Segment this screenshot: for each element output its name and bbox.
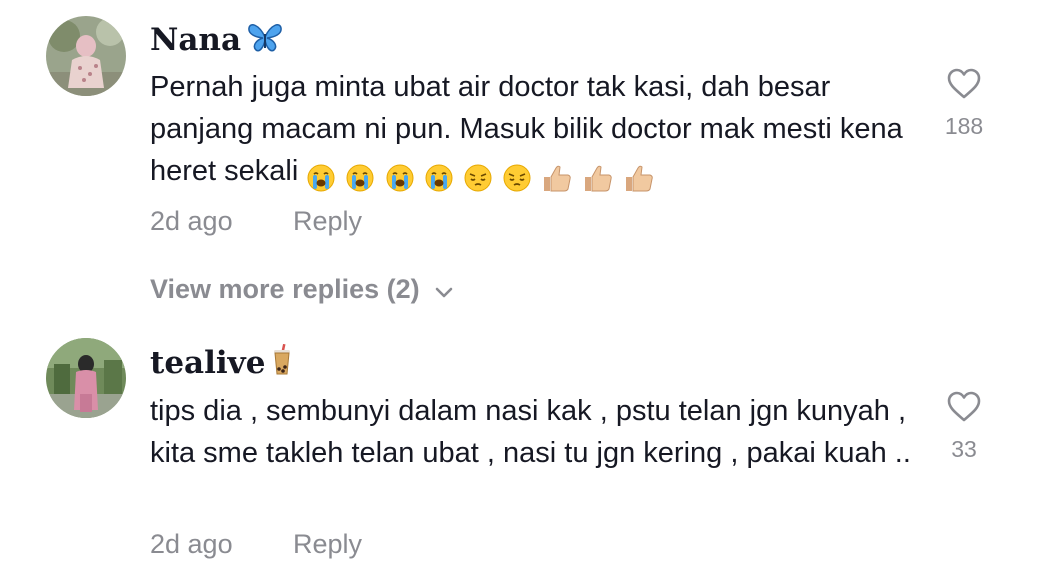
emoji-row <box>306 156 656 198</box>
avatar[interactable] <box>46 16 126 96</box>
loudly-crying-face-icon <box>386 164 413 192</box>
like-button[interactable]: 33 <box>930 391 998 463</box>
timestamp: 2d ago <box>150 529 233 559</box>
username-text[interactable]: Nana <box>150 22 241 58</box>
comment-text-content: tips dia , sembunyi dalam nasi kak , pst… <box>150 395 911 469</box>
reply-button[interactable]: Reply <box>293 527 362 561</box>
butterfly-icon <box>247 22 283 62</box>
loudly-crying-face-icon <box>346 164 374 192</box>
heart-icon[interactable] <box>946 68 982 100</box>
heart-icon[interactable] <box>946 391 982 423</box>
like-button[interactable]: 188 <box>930 68 998 140</box>
thumbs-up-icon <box>625 166 653 192</box>
view-more-replies-button[interactable]: View more replies (2) <box>150 272 454 308</box>
username-text[interactable]: tealive <box>150 345 265 381</box>
thumbs-up-icon <box>584 166 612 192</box>
pensive-face-icon <box>464 164 492 192</box>
bubble-tea-icon <box>271 343 293 386</box>
like-count: 188 <box>944 113 984 139</box>
comment-meta: 2d ago Reply <box>150 527 362 561</box>
loudly-crying-face-icon <box>307 164 335 192</box>
timestamp: 2d ago <box>150 206 233 236</box>
comment-text: Pernah juga minta ubat air doctor tak ka… <box>150 66 930 198</box>
avatar[interactable] <box>46 338 126 418</box>
view-more-replies-label[interactable]: View more replies (2) <box>150 274 420 304</box>
thumbs-up-icon <box>543 166 571 192</box>
username[interactable]: tealive <box>150 343 293 386</box>
reply-button[interactable]: Reply <box>293 204 362 238</box>
like-count: 33 <box>951 436 977 462</box>
comment-text: tips dia , sembunyi dalam nasi kak , pst… <box>150 390 930 474</box>
pensive-face-icon <box>503 164 531 192</box>
chevron-down-icon[interactable] <box>434 274 454 308</box>
loudly-crying-face-icon <box>425 164 453 192</box>
comment-meta: 2d ago Reply <box>150 204 362 238</box>
username[interactable]: Nana <box>150 20 283 62</box>
